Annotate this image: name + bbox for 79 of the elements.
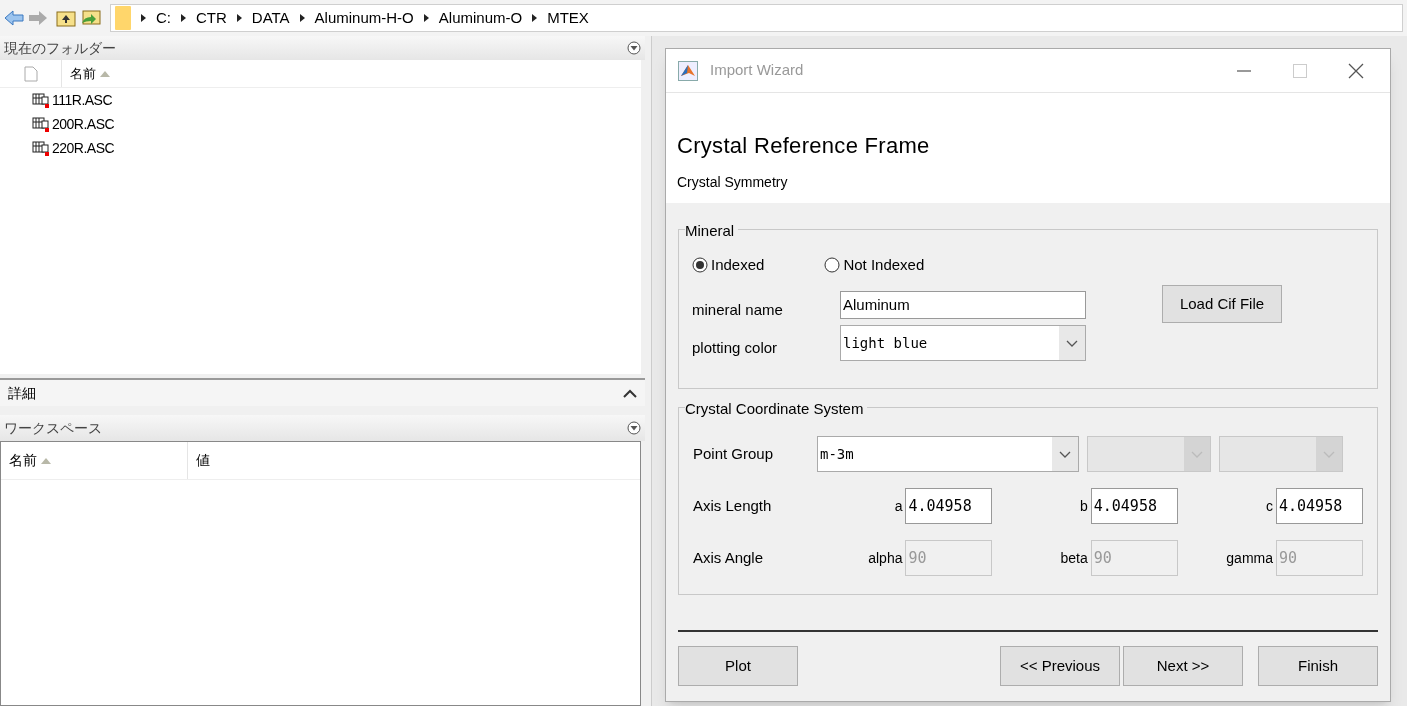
dropdown[interactable]: light blue <box>840 325 1086 361</box>
column-header[interactable]: 名前 <box>1 442 188 479</box>
chevron-down-icon <box>1059 450 1071 458</box>
up-folder-button[interactable] <box>56 9 76 27</box>
data-file-icon <box>32 140 50 156</box>
chevron-down-icon <box>1191 450 1203 458</box>
breadcrumb-item[interactable]: C: <box>156 6 171 30</box>
window-title: Import Wizard <box>710 60 805 81</box>
panel-title: ワークスペース <box>4 418 102 438</box>
column-label: 値 <box>196 451 210 470</box>
breadcrumb-arrow-icon <box>299 14 305 22</box>
load-cif-button[interactable]: Load Cif File <box>1162 285 1282 323</box>
folder-icon <box>115 6 131 30</box>
breadcrumb-arrow-icon <box>236 14 242 22</box>
wizard-button[interactable]: << Previous <box>1000 646 1120 686</box>
breadcrumb-arrow-icon <box>141 14 146 22</box>
field-label: c <box>1266 496 1273 516</box>
file-item[interactable]: 111R.ASC <box>0 88 641 112</box>
dropdown-circle-icon <box>627 421 641 435</box>
data-file-icon <box>32 116 50 132</box>
radio-button[interactable]: Indexed <box>692 254 765 277</box>
column-header[interactable]: 名前 <box>0 60 641 88</box>
breadcrumb-item[interactable]: Aluminum-O <box>438 6 523 30</box>
back-arrow-icon <box>4 10 24 26</box>
field-label: Axis Length <box>693 495 773 516</box>
file-item[interactable]: 200R.ASC <box>0 112 641 136</box>
close-icon <box>1348 62 1364 79</box>
field-label: Point Group <box>693 443 775 464</box>
breadcrumb-item[interactable]: DATA <box>251 6 290 30</box>
maximize-icon <box>1293 63 1307 78</box>
file-name: 220R.ASC <box>52 138 115 158</box>
address-bar[interactable]: C: CTR DATA Aluminum-H-O Aluminum-O MTEX <box>110 4 1403 32</box>
wizard-subheading: Crystal Symmetry <box>677 173 789 192</box>
dropdown-circle-icon <box>627 41 641 55</box>
field-label: alpha <box>868 548 903 568</box>
field-label: beta <box>1060 548 1088 568</box>
input-field[interactable]: Aluminum <box>840 290 1086 319</box>
breadcrumb-item[interactable]: CTR <box>196 6 227 30</box>
field-label: gamma <box>1226 548 1273 568</box>
folder-up-icon <box>56 9 76 27</box>
sort-up-icon <box>100 70 110 77</box>
input-field[interactable]: 4.04958 <box>1276 488 1363 524</box>
chevron-down-icon <box>1323 450 1335 458</box>
column-label: 名前 <box>9 451 37 470</box>
breadcrumb-arrow-icon <box>423 14 429 22</box>
file-name: 200R.ASC <box>52 114 115 134</box>
field-label: b <box>1079 496 1088 516</box>
forward-arrow-icon <box>28 10 48 26</box>
breadcrumb-arrow-icon <box>532 14 538 22</box>
file-icon <box>23 65 38 82</box>
wizard-button[interactable]: Next >> <box>1123 646 1243 686</box>
field-label: Axis Angle <box>693 547 765 568</box>
column-header[interactable]: 値 <box>188 442 210 479</box>
forward-button[interactable] <box>28 10 48 26</box>
column-label: 名前 <box>70 64 96 83</box>
wizard-heading: Crystal Reference Frame <box>677 132 931 160</box>
file-item[interactable]: 220R.ASC <box>0 136 641 160</box>
file-name: 111R.ASC <box>52 90 113 110</box>
wizard-button[interactable]: Plot <box>678 646 798 686</box>
field-label: mineral name <box>692 299 784 320</box>
input-field[interactable]: 4.04958 <box>905 488 993 524</box>
field-label: plotting color <box>692 337 779 358</box>
sort-up-icon <box>41 457 51 464</box>
field-label: a <box>894 496 903 516</box>
wizard-button[interactable]: Finish <box>1258 646 1378 686</box>
dropdown[interactable]: m-3m <box>817 436 1079 472</box>
back-button[interactable] <box>4 10 24 26</box>
app-logo-icon <box>678 60 698 81</box>
data-file-icon <box>32 92 50 108</box>
chevron-down-icon <box>1066 339 1078 347</box>
input-field[interactable]: 4.04958 <box>1090 488 1178 524</box>
radio-button[interactable]: Not Indexed <box>824 254 925 277</box>
breadcrumb-item[interactable]: MTEX <box>547 6 589 30</box>
panel-title: 詳細 <box>8 383 36 403</box>
breadcrumb-arrow-icon <box>181 14 186 22</box>
minimize-icon <box>1237 69 1251 72</box>
collapse-caret-icon <box>623 388 637 398</box>
breadcrumb-item[interactable]: Aluminum-H-O <box>314 6 414 30</box>
panel-title: 現在のフォルダー <box>4 38 116 58</box>
